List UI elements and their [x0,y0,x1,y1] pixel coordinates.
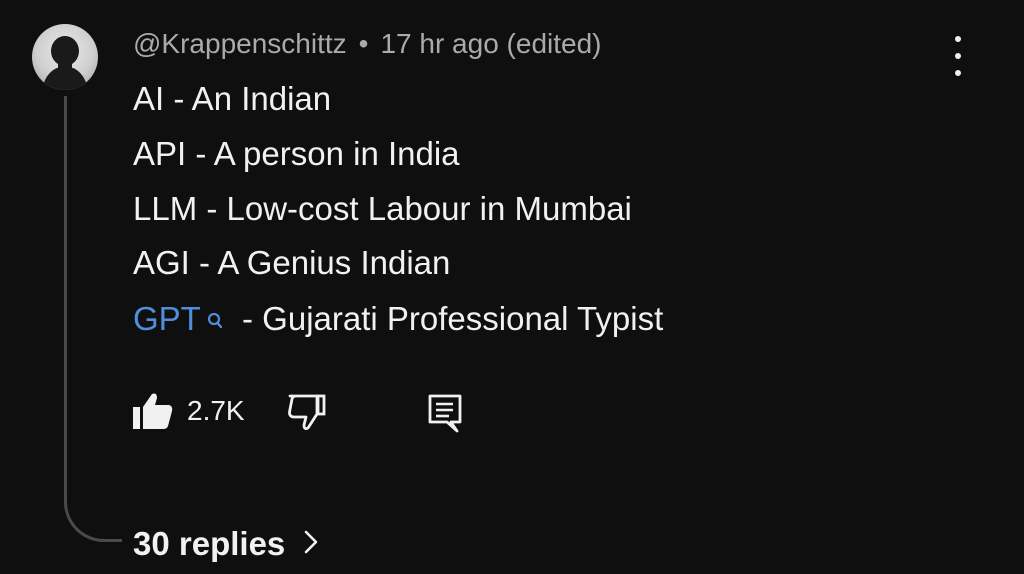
comment-icon[interactable] [423,390,467,434]
comment-time: 17 hr ago (edited) [380,28,602,59]
replies-button[interactable]: 30 replies [133,524,319,564]
gpt-link-text: GPT [133,300,201,337]
more-vert-icon[interactable] [946,36,970,76]
gpt-search-link[interactable]: GPT [133,300,223,337]
gpt-definition: - Gujarati Professional Typist [232,300,664,337]
like-count: 2.7K [187,395,245,426]
comment-text-line: AI - An Indian [133,80,332,117]
author-name[interactable]: @Krappenschittz [133,28,347,59]
avatar[interactable] [32,24,98,90]
thumbs-up-filled-icon[interactable] [131,390,175,434]
comment-meta: @Krappenschittz • 17 hr ago (edited) [133,27,602,61]
comment-text-line: API - A person in India [133,135,460,172]
search-icon [207,302,223,340]
chevron-right-icon [303,524,319,564]
comment-text-line: AGI - A Genius Indian [133,244,451,281]
comment-text-line: GPT - Gujarati Professional Typist [133,300,663,340]
replies-label: 30 replies [133,525,286,562]
thumbs-down-outline-icon[interactable] [285,390,329,434]
meta-separator: • [358,28,369,59]
comment-text-line: LLM - Low-cost Labour in Mumbai [133,190,632,227]
thread-line [64,96,122,542]
